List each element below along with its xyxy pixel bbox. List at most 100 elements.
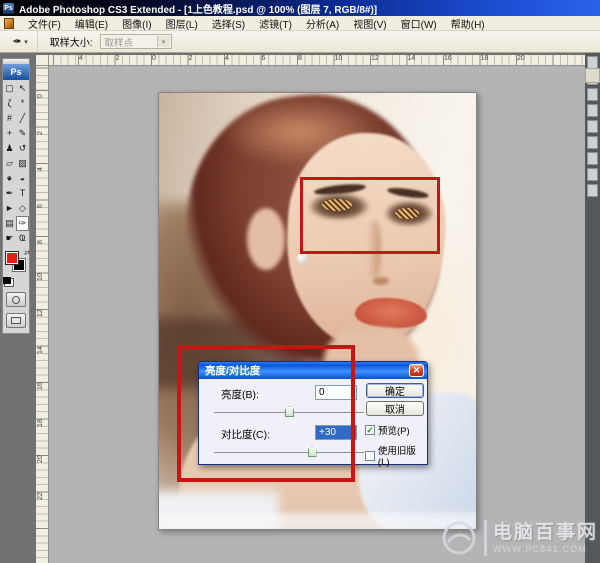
- tool-preset-picker[interactable]: ✒ ▾: [0, 31, 38, 52]
- foreground-color-swatch[interactable]: [5, 251, 19, 265]
- quick-mask-button[interactable]: [6, 292, 26, 307]
- notes-tool[interactable]: ▤: [3, 216, 16, 231]
- menu-item-2[interactable]: 图像(I): [115, 16, 158, 31]
- magic-wand-tool-icon: *: [21, 99, 25, 108]
- menu-bar: 文件(F)编辑(E)图像(I)图层(L)选择(S)滤镜(T)分析(A)视图(V)…: [0, 16, 600, 31]
- close-icon[interactable]: ✕: [409, 364, 424, 377]
- crop-tool[interactable]: #: [3, 111, 16, 126]
- hruler-label: 6: [262, 55, 266, 62]
- history-brush-tool[interactable]: ↺: [16, 141, 29, 156]
- checkbox-unchecked-icon[interactable]: [365, 451, 375, 461]
- brush-tool-icon: ✎: [19, 129, 27, 138]
- use-legacy-checkbox[interactable]: 使用旧版(L): [365, 443, 427, 468]
- menu-item-3[interactable]: 图层(L): [159, 16, 205, 31]
- hruler-label: 0: [152, 55, 156, 62]
- rectangular-marquee-tool-icon: ▢: [5, 84, 14, 93]
- hand-tool[interactable]: ☛: [3, 231, 16, 246]
- portrait-nostril: [373, 277, 389, 285]
- menu-item-0[interactable]: 文件(F): [21, 16, 68, 31]
- hruler-label: 18: [481, 55, 489, 62]
- healing-brush-tool[interactable]: +: [3, 126, 16, 141]
- vruler-label: 20: [37, 455, 44, 463]
- path-selection-tool[interactable]: ►: [3, 201, 16, 216]
- menu-item-9[interactable]: 帮助(H): [444, 16, 492, 31]
- swap-colors-icon[interactable]: ⇄: [24, 249, 30, 257]
- rectangular-marquee-tool[interactable]: ▢: [3, 81, 16, 96]
- brush-tool[interactable]: ✎: [16, 126, 29, 141]
- gradient-tool[interactable]: ▨: [16, 156, 29, 171]
- palette-icon[interactable]: [587, 168, 598, 181]
- hruler-label: 4: [79, 55, 83, 62]
- title-bar: Ps Adobe Photoshop CS3 Extended - [1上色教程…: [0, 0, 600, 16]
- healing-brush-tool-icon: +: [7, 129, 12, 138]
- magic-wand-tool[interactable]: *: [16, 96, 29, 111]
- blur-tool-icon: ♠: [7, 174, 12, 183]
- checkbox-checked-icon[interactable]: ✓: [365, 425, 375, 435]
- vruler-label: 2: [37, 131, 44, 135]
- type-tool-icon: T: [20, 189, 26, 198]
- move-tool-icon: ↖: [19, 84, 27, 93]
- eyedropper-tool-icon: ✑: [19, 219, 27, 228]
- palette-well-fragment: [585, 68, 600, 83]
- palette-icon[interactable]: [587, 184, 598, 197]
- preview-label: 预览(P): [378, 423, 410, 437]
- screen-mode-button[interactable]: [6, 313, 26, 328]
- history-brush-tool-icon: ↺: [19, 144, 27, 153]
- ok-button[interactable]: 确定: [366, 383, 424, 398]
- palette-dock: [585, 53, 600, 563]
- vruler-label: 0: [37, 94, 44, 98]
- zoom-tool-icon: Ҩ: [19, 234, 26, 243]
- palette-icon[interactable]: [587, 152, 598, 165]
- dodge-tool[interactable]: ◒: [16, 171, 29, 186]
- menu-item-8[interactable]: 窗口(W): [394, 16, 444, 31]
- portrait-pearl-earring: [297, 253, 308, 264]
- crop-tool-icon: #: [7, 114, 12, 123]
- chevron-down-icon: ▾: [24, 38, 28, 46]
- annotation-box-eyes: [300, 177, 440, 254]
- horizontal-ruler: 4202468101214161820: [49, 55, 585, 66]
- toolbox-palette: Ps ▢↖ζ*#╱+✎♟↺▱▨♠◒✒T►◇▤✑☛Ҩ ⇄: [2, 58, 30, 334]
- lasso-tool[interactable]: ζ: [3, 96, 16, 111]
- vruler-label: 12: [37, 309, 44, 317]
- palette-icon[interactable]: [587, 136, 598, 149]
- eraser-tool[interactable]: ▱: [3, 156, 16, 171]
- pen-tool[interactable]: ✒: [3, 186, 16, 201]
- hruler-label: 14: [408, 55, 416, 62]
- pen-tool-icon: ✒: [6, 189, 14, 198]
- menu-item-6[interactable]: 分析(A): [299, 16, 346, 31]
- menu-item-7[interactable]: 视图(V): [346, 16, 393, 31]
- watermark: 电脑百事网 WWW.PC841.COM: [440, 519, 598, 557]
- vruler-label: 8: [37, 240, 44, 244]
- move-tool[interactable]: ↖: [16, 81, 29, 96]
- eyedropper-tool[interactable]: ✑: [16, 216, 29, 231]
- zoom-tool[interactable]: Ҩ: [16, 231, 29, 246]
- blur-tool[interactable]: ♠: [3, 171, 16, 186]
- gradient-tool-icon: ▨: [18, 159, 27, 168]
- quick-mask-icon: [12, 296, 20, 304]
- default-colors-icon[interactable]: [3, 277, 11, 284]
- path-selection-tool-icon: ►: [5, 204, 14, 213]
- sample-size-value: 取样点: [105, 35, 134, 49]
- annotation-box-dialog: [177, 345, 355, 482]
- hand-tool-icon: ☛: [5, 234, 13, 243]
- menu-item-1[interactable]: 编辑(E): [68, 16, 115, 31]
- palette-icon[interactable]: [587, 120, 598, 133]
- photoshop-app-icon: Ps: [3, 3, 14, 14]
- slice-tool[interactable]: ╱: [16, 111, 29, 126]
- document-icon: [4, 18, 14, 29]
- sample-size-dropdown[interactable]: 取样点 ▾: [100, 34, 172, 49]
- dodge-tool-icon: ◒: [20, 174, 25, 183]
- palette-icon[interactable]: [587, 88, 598, 101]
- menu-item-5[interactable]: 滤镜(T): [252, 16, 299, 31]
- palette-icon[interactable]: [587, 104, 598, 117]
- vruler-label: 10: [37, 273, 44, 281]
- preview-checkbox[interactable]: ✓ 预览(P): [365, 423, 410, 437]
- cancel-button[interactable]: 取消: [366, 401, 424, 416]
- clone-stamp-tool[interactable]: ♟: [3, 141, 16, 156]
- chevron-down-icon: ▾: [157, 36, 170, 47]
- eyedropper-icon: ✒: [12, 35, 21, 48]
- type-tool[interactable]: T: [16, 186, 29, 201]
- menu-item-4[interactable]: 选择(S): [205, 16, 252, 31]
- vruler-label: 4: [37, 167, 44, 171]
- shape-tool[interactable]: ◇: [16, 201, 29, 216]
